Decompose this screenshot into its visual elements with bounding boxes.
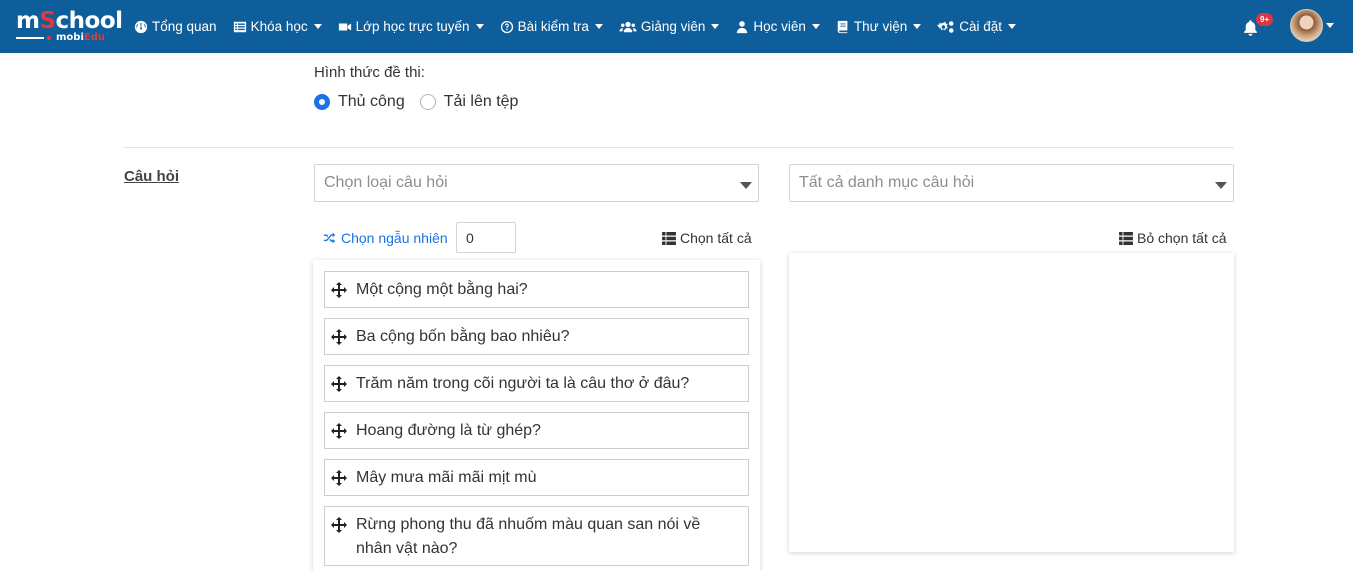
nav-item-library[interactable]: Thư viện [836, 19, 922, 34]
question-item[interactable]: Hoang đường là từ ghép? [324, 412, 749, 449]
select-all-button[interactable]: Chọn tất cả [662, 230, 752, 246]
nav-item-students[interactable]: Học viên [735, 19, 820, 34]
nav-item-courses[interactable]: Khóa học [233, 19, 322, 34]
nav-item-overview[interactable]: Tổng quan [134, 19, 217, 34]
book-icon [836, 20, 850, 34]
nav-item-online-classes[interactable]: Lớp học trực tuyến [338, 19, 484, 34]
chevron-down-icon [1008, 24, 1017, 29]
random-count-input[interactable] [456, 222, 516, 253]
deselect-all-button[interactable]: Bỏ chọn tất cả [1119, 230, 1227, 246]
chevron-down-icon [913, 24, 922, 29]
notification-badge: 9+ [1256, 13, 1274, 26]
nav-item-label: Bài kiểm tra [517, 19, 589, 34]
caret-down-icon [1215, 182, 1227, 189]
top-navbar: mSchool mobiEdu Tổng quan Khóa học Lớp h… [0, 0, 1353, 53]
radio-button-checked[interactable] [314, 94, 330, 110]
brand-wordmark: mSchool [16, 8, 123, 34]
question-text: Trăm năm trong cõi người ta là câu thơ ở… [356, 375, 690, 392]
video-icon [338, 20, 352, 34]
shuffle-icon [323, 232, 336, 244]
nav-item-label: Cài đặt [959, 19, 1003, 34]
list-icon [233, 20, 247, 34]
nav-menu: Tổng quan Khóa học Lớp học trực tuyến Bà… [134, 0, 1032, 53]
random-select-link[interactable]: Chọn ngẫu nhiên [323, 230, 448, 246]
question-item[interactable]: Trăm năm trong cõi người ta là câu thơ ở… [324, 365, 749, 402]
random-select-label: Chọn ngẫu nhiên [341, 230, 448, 246]
brand-logo[interactable]: mSchool mobiEdu [14, 7, 123, 47]
question-text: Mây mưa mãi mãi mịt mù [356, 469, 537, 486]
brand-dot [47, 36, 51, 40]
users-icon [619, 20, 637, 34]
select-all-label: Chọn tất cả [680, 230, 752, 246]
nav-item-tests[interactable]: Bài kiểm tra [500, 19, 603, 34]
nav-item-label: Học viên [753, 19, 806, 34]
brand-underline [16, 37, 44, 39]
question-text: Hoang đường là từ ghép? [356, 422, 541, 439]
question-item[interactable]: Ba cộng bốn bằng bao nhiêu? [324, 318, 749, 355]
move-icon[interactable] [331, 470, 347, 486]
chevron-down-icon [711, 24, 720, 29]
chevron-down-icon [811, 24, 820, 29]
question-circle-icon [500, 20, 514, 34]
nav-item-label: Giảng viên [640, 19, 706, 34]
radio-manual[interactable]: Thủ công [314, 93, 405, 111]
move-icon[interactable] [331, 423, 347, 439]
question-item[interactable]: Một cộng một bằng hai? [324, 271, 749, 308]
nav-item-label: Thư viện [853, 19, 908, 34]
move-icon[interactable] [331, 517, 347, 533]
caret-down-icon [740, 182, 752, 189]
chevron-down-icon [475, 24, 484, 29]
nav-item-settings[interactable]: Cài đặt [937, 19, 1017, 34]
user-avatar[interactable] [1290, 9, 1323, 42]
move-icon[interactable] [331, 329, 347, 345]
question-category-select[interactable]: Tất cả danh mục câu hỏi [789, 164, 1234, 202]
chevron-down-icon [594, 24, 603, 29]
section-divider [123, 147, 1234, 148]
radio-button[interactable] [419, 94, 436, 110]
move-icon[interactable] [331, 282, 347, 298]
chevron-down-icon [313, 24, 322, 29]
radio-upload-file[interactable]: Tải lên tệp [419, 93, 519, 111]
exam-format-label: Hình thức đề thi: [314, 64, 425, 81]
dashboard-icon [134, 20, 148, 34]
cogs-icon [937, 20, 955, 34]
chevron-down-icon[interactable] [1326, 23, 1334, 28]
brand-subtitle: mobiEdu [56, 32, 105, 43]
user-icon [735, 20, 749, 34]
nav-item-label: Tổng quan [152, 19, 217, 34]
question-text: Rừng phong thu đã nhuốm màu quan san nói… [356, 516, 701, 557]
select-placeholder: Chọn loại câu hỏi [324, 174, 448, 191]
nav-item-teachers[interactable]: Giảng viên [619, 19, 720, 34]
th-list-icon [662, 231, 676, 245]
questions-section-label: Câu hỏi [124, 168, 179, 185]
radio-label: Thủ công [338, 93, 405, 110]
select-placeholder: Tất cả danh mục câu hỏi [799, 174, 975, 191]
th-list-icon [1119, 231, 1133, 245]
question-type-select[interactable]: Chọn loại câu hỏi [314, 164, 759, 202]
nav-item-label: Khóa học [250, 19, 308, 34]
move-icon[interactable] [331, 376, 347, 392]
selected-questions-panel[interactable] [789, 253, 1234, 552]
question-item[interactable]: Mây mưa mãi mãi mịt mù [324, 459, 749, 496]
question-item[interactable]: Rừng phong thu đã nhuốm màu quan san nói… [324, 506, 749, 566]
nav-item-label: Lớp học trực tuyến [355, 19, 470, 34]
question-text: Ba cộng bốn bằng bao nhiêu? [356, 328, 570, 345]
question-text: Một cộng một bằng hai? [356, 281, 528, 298]
radio-label: Tải lên tệp [443, 93, 519, 110]
exam-format-radio-group: Thủ công Tải lên tệp [314, 93, 533, 111]
deselect-all-label: Bỏ chọn tất cả [1137, 230, 1227, 246]
